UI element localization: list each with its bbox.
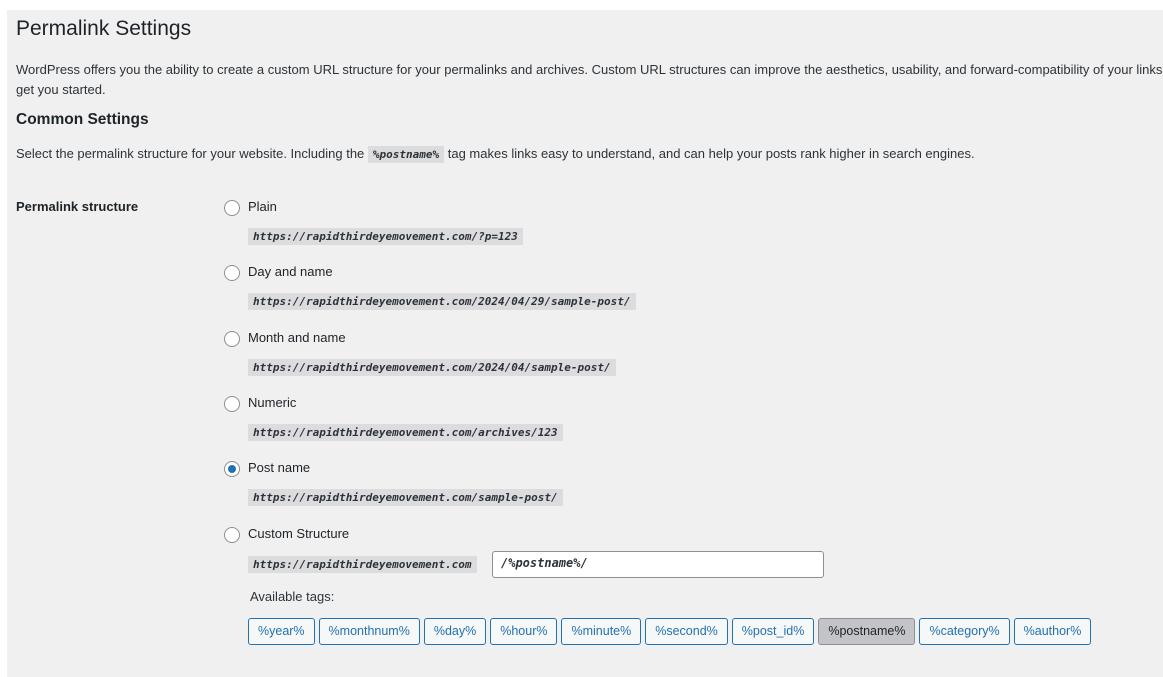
example-url: https://rapidthirdeyemovement.com/sample…	[248, 489, 563, 506]
structure-note: Select the permalink structure for your …	[16, 146, 975, 163]
radio-post-name[interactable]	[224, 461, 240, 477]
available-tags-label: Available tags:	[250, 589, 335, 604]
postname-tag-code: %postname%	[367, 146, 445, 163]
intro-text: WordPress offers you the ability to crea…	[16, 60, 1163, 100]
option-label[interactable]: Month and name	[248, 330, 346, 345]
intro-line-1: WordPress offers you the ability to crea…	[16, 62, 1163, 77]
example-url: https://rapidthirdeyemovement.com/archiv…	[248, 424, 563, 441]
option-label[interactable]: Custom Structure	[248, 526, 349, 541]
option-label[interactable]: Post name	[248, 460, 310, 475]
note-text-before: Select the permalink structure for your …	[16, 146, 368, 161]
tag-button-year[interactable]: %year%	[248, 618, 315, 645]
option-label[interactable]: Plain	[248, 199, 277, 214]
tag-button-day[interactable]: %day%	[423, 618, 487, 645]
tag-button-post-id[interactable]: %post_id%	[731, 618, 815, 645]
custom-structure-input[interactable]: /%postname%/	[492, 551, 824, 578]
common-settings-heading: Common Settings	[16, 111, 149, 128]
intro-line-2: get you started.	[16, 82, 106, 97]
radio-month-and-name[interactable]	[224, 331, 240, 347]
tag-button-second[interactable]: %second%	[645, 618, 728, 645]
tag-button-minute[interactable]: %minute%	[561, 618, 642, 645]
tag-button-author[interactable]: %author%	[1013, 618, 1092, 645]
permalink-structure-label: Permalink structure	[16, 199, 139, 214]
radio-numeric[interactable]	[224, 396, 240, 412]
option-label[interactable]: Numeric	[248, 395, 296, 410]
example-url: https://rapidthirdeyemovement.com/2024/0…	[248, 359, 616, 376]
radio-day-and-name[interactable]	[224, 265, 240, 281]
option-label[interactable]: Day and name	[248, 264, 333, 279]
radio-custom-structure[interactable]	[224, 527, 240, 543]
tag-button-postname[interactable]: %postname%	[818, 618, 916, 645]
radio-plain[interactable]	[224, 200, 240, 216]
tag-button-category[interactable]: %category%	[919, 618, 1010, 645]
custom-url-prefix: https://rapidthirdeyemovement.com	[248, 556, 477, 573]
example-url: https://rapidthirdeyemovement.com/?p=123	[248, 228, 523, 245]
available-tags-list: %year% %monthnum% %day% %hour% %minute% …	[248, 618, 1092, 645]
tag-button-hour[interactable]: %hour%	[490, 618, 558, 645]
tag-button-monthnum[interactable]: %monthnum%	[318, 618, 420, 645]
page-title: Permalink Settings	[16, 17, 192, 40]
note-text-after: tag makes links easy to understand, and …	[444, 146, 975, 161]
example-url: https://rapidthirdeyemovement.com/2024/0…	[248, 293, 636, 310]
